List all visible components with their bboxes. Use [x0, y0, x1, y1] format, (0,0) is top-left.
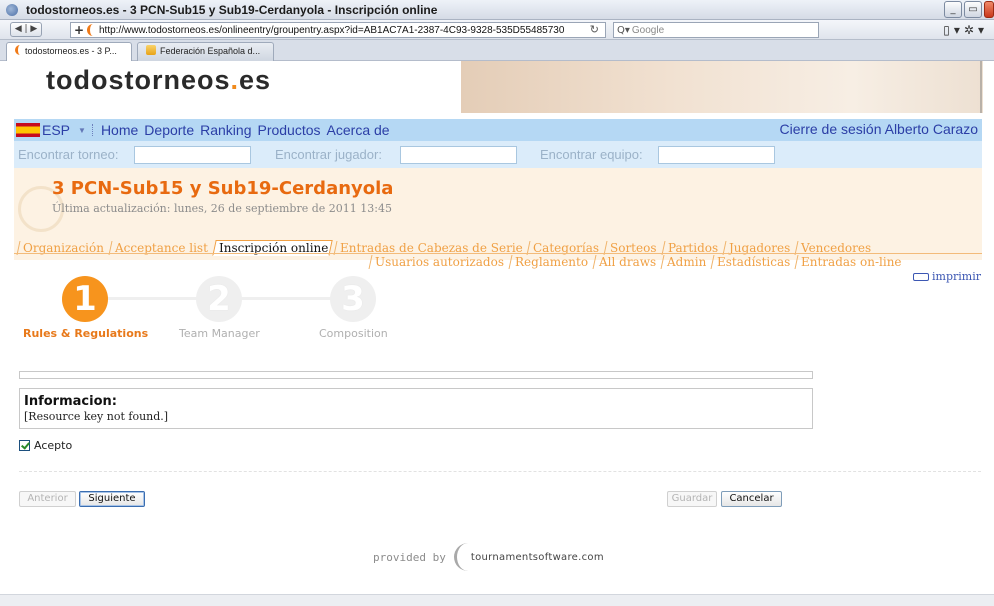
accept-row: Acepto	[19, 439, 72, 452]
find-player-input[interactable]	[400, 146, 517, 164]
menu-item-productos[interactable]: Productos	[257, 122, 320, 138]
menu-item-acerca[interactable]: Acerca de	[327, 122, 390, 138]
print-label: imprimir	[932, 270, 981, 283]
info-panel: Informacion: [Resource key not found.]	[19, 388, 813, 429]
url-text: http://www.todostorneos.es/onlineentry/g…	[99, 24, 565, 36]
search-engine-icon[interactable]: Q▾	[617, 25, 630, 36]
empty-panel	[19, 371, 813, 379]
restore-button[interactable]: ▭	[964, 1, 982, 18]
page-tools-icon[interactable]: ▯▾✲▾	[943, 23, 988, 37]
menu-item-deporte[interactable]: Deporte	[144, 122, 194, 138]
find-team-label: Encontrar equipo:	[540, 147, 643, 162]
tab-estadisticas[interactable]: Estadísticas	[710, 255, 794, 269]
browser-tab-bar: todostorneos.es - 3 P... Federación Espa…	[0, 40, 994, 61]
user-name-link[interactable]: Alberto Carazo	[885, 121, 978, 137]
menu-item-ranking[interactable]: Ranking	[200, 122, 251, 138]
tab-admin[interactable]: Admin	[660, 255, 710, 269]
info-text: [Resource key not found.]	[24, 410, 169, 423]
last-updated: Última actualización: lunes, 26 de septi…	[52, 202, 392, 215]
tab-usuarios-autorizados[interactable]: Usuarios autorizados	[368, 255, 508, 269]
find-tournament-input[interactable]	[134, 146, 251, 164]
browser-favicon-icon	[6, 3, 18, 16]
step-1-label: Rules & Regulations	[23, 327, 149, 340]
info-title: Informacion:	[24, 394, 117, 409]
tournament-name: 3 PCN-Sub15 y Sub19-Cerdanyola	[52, 178, 394, 199]
step-2-label: Team Manager	[179, 327, 260, 340]
find-tournament-label: Encontrar torneo:	[18, 147, 119, 162]
accept-label[interactable]: Acepto	[34, 439, 72, 452]
header-banner-image	[461, 61, 983, 113]
step-connector	[240, 297, 340, 300]
site-logo[interactable]: todostorneos.es	[46, 65, 271, 96]
provider-logo[interactable]: tournamentsoftware.com	[453, 543, 608, 571]
browser-tab-label: todostorneos.es - 3 P...	[25, 46, 117, 56]
step-1-circle: 1	[62, 276, 108, 322]
provided-by-footer: provided by tournamentsoftware.com	[373, 543, 608, 571]
language-selector[interactable]: ESP	[42, 122, 70, 138]
minimize-button[interactable]: _	[944, 1, 962, 18]
spain-flag-icon	[16, 123, 40, 137]
cancel-button[interactable]: Cancelar	[721, 491, 782, 507]
accept-checkbox[interactable]	[19, 440, 30, 451]
form-divider	[19, 471, 981, 472]
step-2-circle: 2	[196, 276, 242, 322]
main-menu: ESP ▼ Home Deporte Ranking Productos Ace…	[14, 119, 982, 141]
tab-favicon-icon	[15, 45, 21, 55]
browser-tab-2[interactable]: Federación Española d...	[137, 42, 274, 61]
search-bar: Encontrar torneo: Encontrar jugador: Enc…	[14, 141, 982, 168]
logo-suffix: es	[239, 65, 272, 95]
browser-title-bar: todostorneos.es - 3 PCN-Sub15 y Sub19-Ce…	[0, 0, 994, 20]
site-identity-icon	[87, 24, 95, 36]
user-links: Cierre de sesión Alberto Carazo	[780, 121, 978, 137]
logout-link[interactable]: Cierre de sesión	[780, 121, 882, 137]
back-forward-buttons[interactable]: ◀ | ▶	[10, 22, 42, 37]
menu-item-home[interactable]: Home	[101, 122, 138, 138]
browser-tab-1[interactable]: todostorneos.es - 3 P...	[6, 42, 132, 61]
tournament-tabs-row-2: Usuarios autorizados Reglamento All draw…	[368, 255, 905, 269]
tab-favicon-icon	[146, 45, 156, 55]
logo-dot: .	[230, 65, 240, 95]
tab-reglamento[interactable]: Reglamento	[508, 255, 592, 269]
banner-divider	[980, 61, 982, 113]
add-bookmark-icon[interactable]: +	[71, 23, 87, 37]
step-connector	[106, 297, 206, 300]
tabs-underline	[14, 253, 982, 254]
close-button[interactable]	[984, 1, 994, 18]
logo-text: todostorneos	[46, 65, 231, 95]
address-bar[interactable]: + http://www.todostorneos.es/onlineentry…	[70, 22, 606, 38]
browser-search-box[interactable]: Q▾ Google	[613, 22, 819, 38]
step-3-label: Composition	[319, 327, 388, 340]
browser-status-bar	[0, 594, 994, 606]
language-dropdown-icon[interactable]: ▼	[78, 126, 86, 135]
find-player-label: Encontrar jugador:	[275, 147, 382, 162]
printer-icon	[913, 273, 929, 281]
tab-all-draws[interactable]: All draws	[592, 255, 660, 269]
browser-tab-label: Federación Española d...	[160, 46, 261, 56]
step-3-circle: 3	[330, 276, 376, 322]
window-title: todostorneos.es - 3 PCN-Sub15 y Sub19-Ce…	[26, 2, 438, 17]
find-team-input[interactable]	[658, 146, 775, 164]
provided-by-label: provided by	[373, 550, 446, 564]
window-controls: _ ▭	[944, 1, 994, 18]
print-link[interactable]: imprimir	[913, 270, 981, 283]
site-header: todostorneos.es	[0, 61, 994, 119]
reload-icon[interactable]: ↻	[590, 23, 599, 36]
next-button[interactable]: Siguiente	[79, 491, 145, 507]
save-button[interactable]: Guardar	[667, 491, 717, 507]
browser-nav-bar: ◀ | ▶ + http://www.todostorneos.es/onlin…	[0, 20, 994, 40]
previous-button[interactable]: Anterior	[19, 491, 76, 507]
browser-search-placeholder: Google	[631, 24, 665, 36]
menu-separator	[91, 124, 93, 136]
tab-entradas-online[interactable]: Entradas on-line	[794, 255, 905, 269]
